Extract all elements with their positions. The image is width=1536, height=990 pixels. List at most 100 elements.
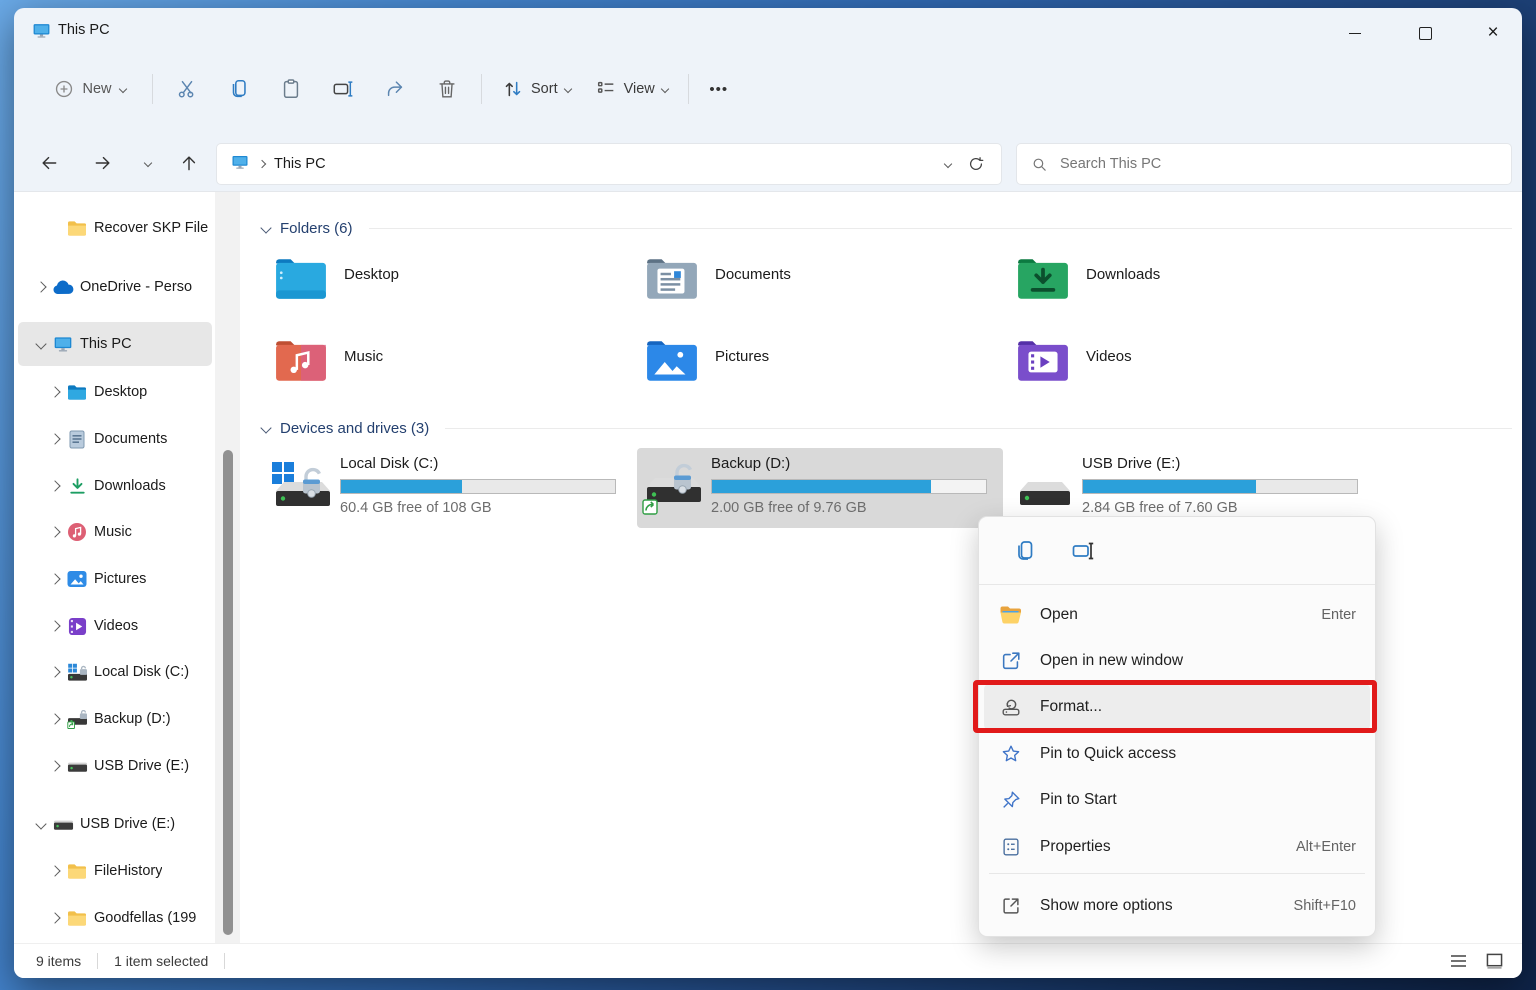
folders-section-header[interactable]: Folders (6)	[262, 217, 1512, 239]
documents-folder-icon	[645, 256, 699, 314]
delete-button[interactable]	[421, 69, 473, 109]
folder-tile-desktop[interactable]: Desktop	[274, 256, 634, 314]
arrow-up-icon	[179, 153, 199, 173]
sidebar-item-documents[interactable]: Documents	[18, 417, 212, 461]
quick-copy-button[interactable]	[1005, 531, 1045, 571]
trash-icon	[436, 78, 458, 100]
back-button[interactable]	[30, 144, 68, 182]
sidebar-item-usb-drive-e-expanded[interactable]: USB Drive (E:)	[18, 802, 212, 846]
folder-tile-pictures[interactable]: Pictures	[645, 338, 1005, 396]
sidebar-item-backup-d[interactable]: Backup (D:)	[18, 697, 212, 741]
search-icon	[1031, 156, 1048, 173]
drive-usage-bar	[340, 479, 616, 494]
item-count: 9 items	[36, 953, 81, 969]
open-new-window-icon	[998, 650, 1024, 672]
chevron-right-icon[interactable]	[49, 666, 60, 677]
collapse-chevron-icon[interactable]	[260, 422, 271, 433]
chevron-down-icon[interactable]	[35, 818, 46, 829]
chevron-right-icon[interactable]	[49, 573, 60, 584]
show-more-options-icon	[998, 895, 1024, 917]
drive-tile-backup-d[interactable]: Backup (D:) 2.00 GB free of 9.76 GB	[637, 448, 1003, 528]
scissors-icon	[176, 78, 198, 100]
chevron-right-icon[interactable]	[49, 865, 60, 876]
breadcrumb-bar[interactable]: This PC	[216, 143, 1002, 185]
breadcrumb-this-pc[interactable]: This PC	[274, 156, 326, 172]
sidebar-item-filehistory[interactable]: FileHistory	[18, 849, 212, 893]
refresh-icon[interactable]	[967, 155, 985, 173]
section-divider	[445, 428, 1512, 429]
clipboard-icon	[280, 78, 302, 100]
recent-locations-button[interactable]	[134, 144, 162, 182]
chevron-right-icon[interactable]	[49, 620, 60, 631]
folder-tile-downloads[interactable]: Downloads	[1016, 256, 1376, 314]
sidebar-item-onedrive[interactable]: OneDrive - Perso	[18, 265, 212, 309]
sort-button[interactable]: Sort	[490, 69, 583, 109]
sidebar-item-recover-skp[interactable]: Recover SKP File	[18, 206, 212, 250]
rename-icon	[332, 78, 354, 100]
new-label: New	[82, 81, 111, 97]
search-box[interactable]	[1016, 143, 1512, 185]
close-button[interactable]: ×	[1470, 16, 1516, 50]
sidebar-item-local-disk-c[interactable]: Local Disk (C:)	[18, 650, 212, 694]
menu-item-properties[interactable]: Properties Alt+Enter	[984, 824, 1370, 870]
sidebar-item-videos[interactable]: Videos	[18, 604, 212, 648]
view-label: View	[624, 81, 655, 97]
chevron-right-icon[interactable]	[49, 760, 60, 771]
large-icons-view-button[interactable]	[1480, 949, 1508, 973]
menu-item-pin-quick-access[interactable]: Pin to Quick access	[984, 731, 1370, 777]
music-folder-icon	[274, 338, 328, 396]
search-input[interactable]	[1058, 155, 1442, 173]
sidebar-item-music[interactable]: Music	[18, 510, 212, 554]
forward-button[interactable]	[84, 144, 122, 182]
up-button[interactable]	[170, 144, 208, 182]
status-bar: 9 items 1 item selected	[14, 943, 1522, 978]
chevron-right-icon[interactable]	[49, 912, 60, 923]
drives-section-header[interactable]: Devices and drives (3)	[262, 417, 1512, 439]
file-explorer-window: This PC × New So	[14, 8, 1522, 978]
menu-item-show-more-options[interactable]: Show more options Shift+F10	[984, 883, 1370, 929]
chevron-right-icon[interactable]	[49, 386, 60, 397]
drive-tile-local-disk-c[interactable]: Local Disk (C:) 60.4 GB free of 108 GB	[266, 448, 632, 528]
folder-tile-documents[interactable]: Documents	[645, 256, 1005, 314]
chevron-right-icon[interactable]	[35, 281, 46, 292]
chevron-right-icon[interactable]	[49, 713, 60, 724]
status-separator	[224, 953, 225, 969]
paste-button[interactable]	[265, 69, 317, 109]
chevron-right-icon[interactable]	[49, 433, 60, 444]
chevron-down-icon[interactable]	[35, 338, 46, 349]
menu-item-pin-start[interactable]: Pin to Start	[984, 777, 1370, 823]
address-dropdown-icon[interactable]	[944, 160, 952, 168]
sidebar-item-goodfellas[interactable]: Goodfellas (199	[18, 896, 212, 940]
sidebar-scrollbar-track[interactable]	[215, 192, 240, 944]
quick-rename-button[interactable]	[1063, 531, 1103, 571]
sidebar-item-desktop[interactable]: Desktop	[18, 370, 212, 414]
drive-free-space: 2.84 GB free of 7.60 GB	[1082, 500, 1358, 516]
toolbar-separator	[481, 74, 482, 104]
chevron-right-icon[interactable]	[49, 526, 60, 537]
rename-button[interactable]	[317, 69, 369, 109]
folder-tile-videos[interactable]: Videos	[1016, 338, 1376, 396]
view-button[interactable]: View	[583, 69, 680, 109]
sidebar-item-usb-drive-e[interactable]: USB Drive (E:)	[18, 744, 212, 788]
menu-item-open[interactable]: Open Enter	[984, 592, 1370, 638]
sidebar-item-downloads[interactable]: Downloads	[18, 464, 212, 508]
cut-button[interactable]	[161, 69, 213, 109]
minimize-button[interactable]	[1332, 16, 1378, 50]
sidebar-scrollbar-thumb[interactable]	[223, 450, 233, 935]
sidebar-item-this-pc[interactable]: This PC	[18, 322, 212, 366]
share-button[interactable]	[369, 69, 421, 109]
maximize-button[interactable]	[1402, 16, 1448, 50]
desktop-folder-icon	[66, 384, 88, 401]
sidebar-item-pictures[interactable]: Pictures	[18, 557, 212, 601]
chevron-right-icon[interactable]	[49, 480, 60, 491]
new-button[interactable]: New	[36, 69, 144, 109]
collapse-chevron-icon[interactable]	[260, 222, 271, 233]
drive-name: Local Disk (C:)	[340, 455, 616, 472]
folder-tile-music[interactable]: Music	[274, 338, 634, 396]
desktop-folder-icon	[274, 256, 328, 314]
copy-button[interactable]	[213, 69, 265, 109]
open-folder-icon	[998, 605, 1024, 625]
menu-item-open-new-window[interactable]: Open in new window	[984, 638, 1370, 684]
details-view-button[interactable]	[1444, 949, 1472, 973]
more-options-button[interactable]: •••	[697, 69, 741, 109]
